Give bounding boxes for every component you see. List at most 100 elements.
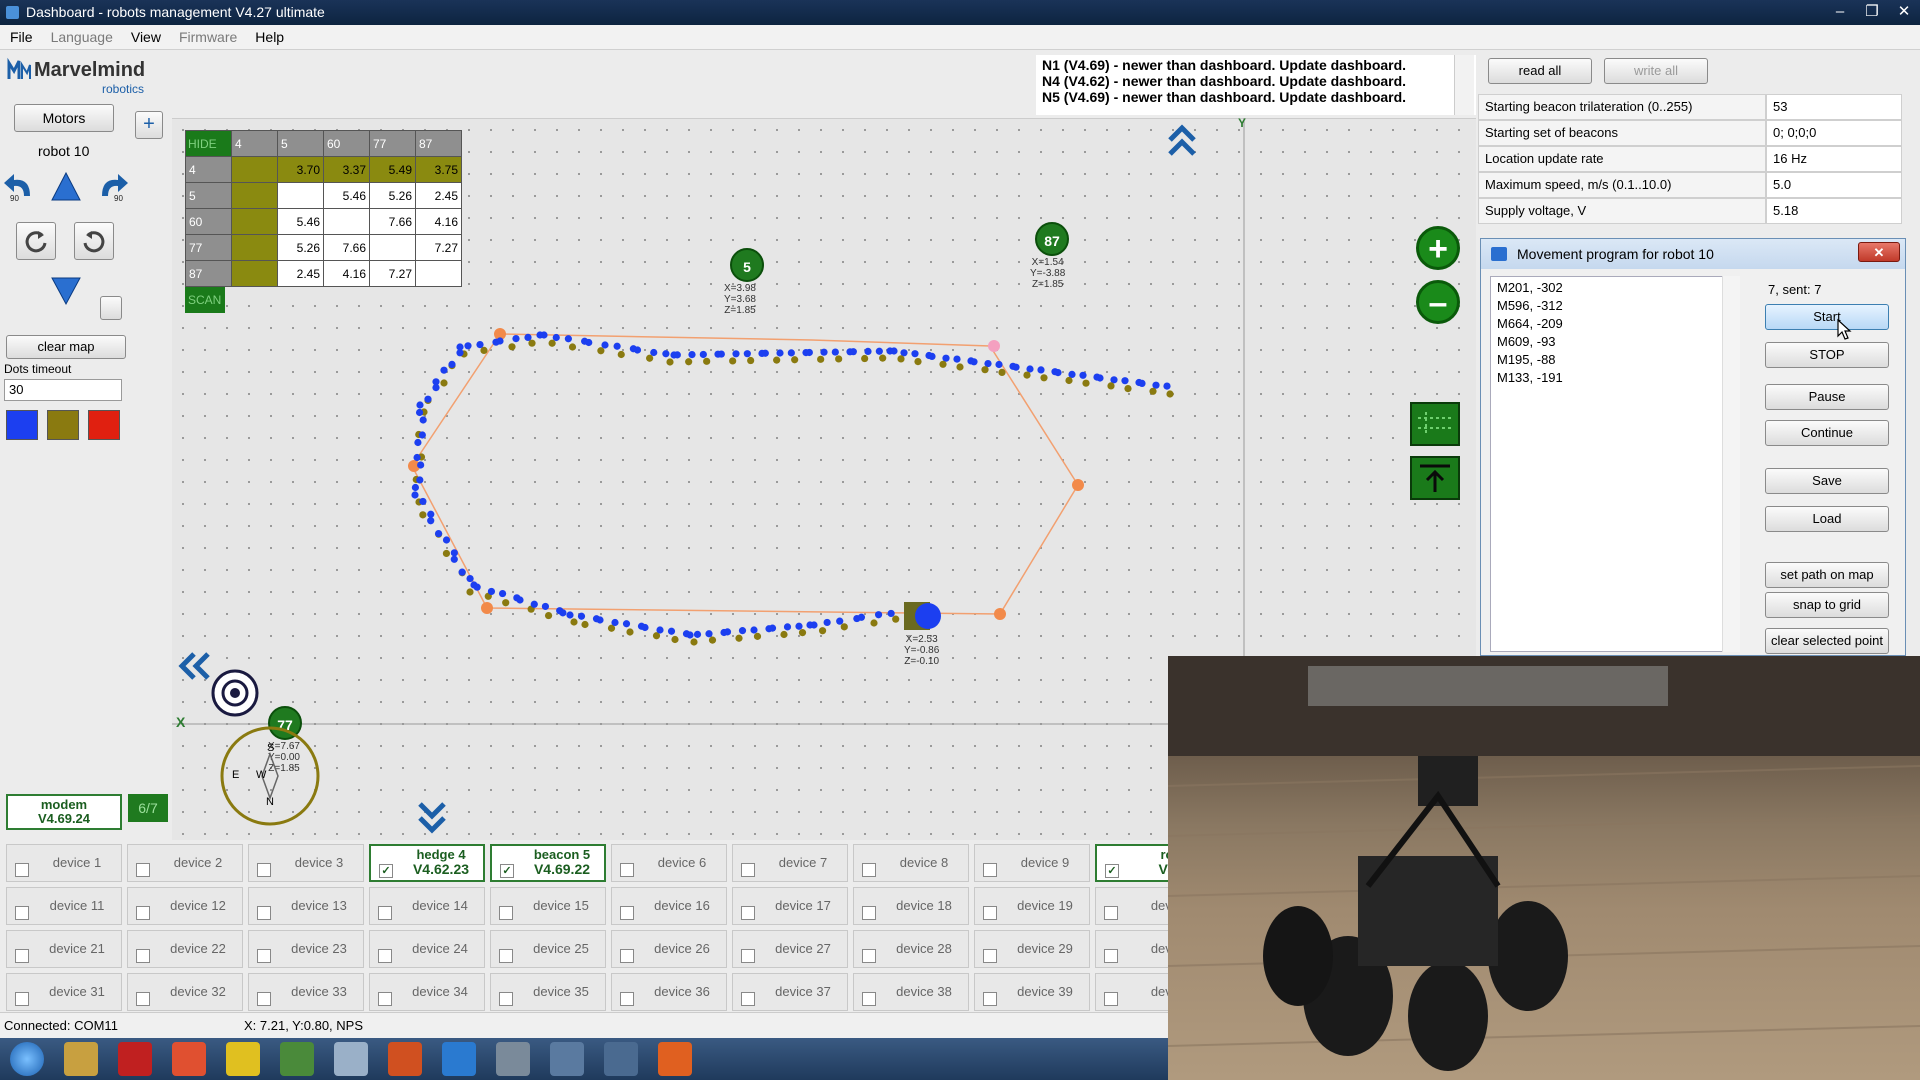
device-checkbox[interactable] — [257, 992, 271, 1006]
device-checkbox[interactable] — [862, 992, 876, 1006]
clear-map-button[interactable]: clear map — [6, 335, 126, 359]
device-slot[interactable]: device 33 — [248, 973, 364, 1011]
command-list[interactable]: M201, -302 M596, -312 M664, -209 M609, -… — [1490, 276, 1724, 652]
device-checkbox[interactable] — [983, 863, 997, 877]
start-orb-icon[interactable] — [10, 1042, 44, 1076]
device-checkbox[interactable] — [862, 906, 876, 920]
scroll-up-icon[interactable] — [1166, 122, 1198, 161]
device-slot[interactable]: device 35 — [490, 973, 606, 1011]
color-swatch-olive[interactable] — [47, 410, 79, 440]
chrome-icon[interactable] — [280, 1042, 314, 1076]
pause-button[interactable]: Pause — [1765, 384, 1889, 410]
scan-button[interactable]: SCAN — [185, 287, 225, 313]
device-checkbox[interactable] — [741, 992, 755, 1006]
menu-view[interactable]: View — [125, 25, 167, 49]
param-value[interactable]: 5.0 — [1766, 172, 1902, 198]
app-icon[interactable] — [388, 1042, 422, 1076]
menu-firmware[interactable]: Firmware — [173, 25, 243, 49]
device-checkbox[interactable] — [378, 992, 392, 1006]
param-value[interactable]: 53 — [1766, 94, 1902, 120]
device-slot[interactable]: device 3 — [248, 844, 364, 882]
rotate-right-90-icon[interactable]: 90 — [92, 168, 132, 206]
device-checkbox[interactable]: ✓ — [1105, 864, 1119, 878]
device-checkbox[interactable] — [1104, 992, 1118, 1006]
beacon-5-marker[interactable]: 5 — [730, 248, 764, 282]
device-checkbox[interactable] — [499, 992, 513, 1006]
device-checkbox[interactable] — [257, 906, 271, 920]
upload-map-icon[interactable] — [1410, 456, 1460, 500]
device-slot[interactable]: device 21 — [6, 930, 122, 968]
firefox-icon[interactable] — [658, 1042, 692, 1076]
device-slot[interactable]: device 26 — [611, 930, 727, 968]
device-checkbox[interactable]: ✓ — [500, 864, 514, 878]
device-checkbox[interactable] — [15, 906, 29, 920]
device-slot[interactable]: device 23 — [248, 930, 364, 968]
device-checkbox[interactable] — [620, 949, 634, 963]
scroll-left-icon[interactable] — [176, 650, 212, 685]
device-slot[interactable]: device 32 — [127, 973, 243, 1011]
list-item[interactable]: M195, -88 — [1497, 351, 1717, 369]
device-checkbox[interactable] — [741, 906, 755, 920]
device-checkbox[interactable] — [1104, 949, 1118, 963]
device-slot[interactable]: device 15 — [490, 887, 606, 925]
param-row[interactable]: Starting set of beacons 0; 0;0;0 — [1478, 120, 1902, 146]
zoom-out-button[interactable]: – — [1416, 280, 1460, 324]
device-slot[interactable]: device 7 — [732, 844, 848, 882]
param-row[interactable]: Maximum speed, m/s (0.1..10.0) 5.0 — [1478, 172, 1902, 198]
command-list-scrollbar[interactable] — [1722, 276, 1740, 652]
device-checkbox[interactable] — [862, 949, 876, 963]
device-slot[interactable]: device 1 — [6, 844, 122, 882]
device-slot[interactable]: device 9 — [974, 844, 1090, 882]
device-checkbox[interactable] — [983, 992, 997, 1006]
param-row[interactable]: Supply voltage, V 5.18 — [1478, 198, 1902, 224]
app-icon[interactable] — [442, 1042, 476, 1076]
stop-button[interactable]: STOP — [1765, 342, 1889, 368]
device-slot[interactable]: device 22 — [127, 930, 243, 968]
device-slot[interactable]: device 24 — [369, 930, 485, 968]
device-checkbox[interactable] — [620, 863, 634, 877]
forward-arrow-icon[interactable] — [46, 168, 86, 206]
list-item[interactable]: M201, -302 — [1497, 279, 1717, 297]
menu-file[interactable]: File — [4, 25, 39, 49]
scroll-down-icon[interactable] — [416, 800, 448, 839]
modem-badge[interactable]: modem V4.69.24 — [6, 794, 122, 830]
device-slot[interactable]: device 31 — [6, 973, 122, 1011]
device-slot[interactable]: device 14 — [369, 887, 485, 925]
menu-help[interactable]: Help — [249, 25, 290, 49]
device-slot[interactable]: device 19 — [974, 887, 1090, 925]
minimize-button[interactable]: – — [1824, 0, 1856, 25]
device-slot[interactable]: device 36 — [611, 973, 727, 1011]
device-checkbox[interactable] — [136, 992, 150, 1006]
map-view-icon[interactable] — [1410, 402, 1460, 446]
rotate-ccw-icon[interactable] — [16, 222, 56, 260]
color-swatch-blue[interactable] — [6, 410, 38, 440]
app-icon[interactable] — [604, 1042, 638, 1076]
device-slot[interactable]: device 18 — [853, 887, 969, 925]
load-button[interactable]: Load — [1765, 506, 1889, 532]
list-item[interactable]: M596, -312 — [1497, 297, 1717, 315]
list-item[interactable]: M664, -209 — [1497, 315, 1717, 333]
rotate-left-90-icon[interactable]: 90 — [0, 168, 40, 206]
device-checkbox[interactable]: ✓ — [379, 864, 393, 878]
close-button[interactable]: ✕ — [1888, 0, 1920, 25]
param-value[interactable]: 5.18 — [1766, 198, 1902, 224]
device-slot[interactable]: device 28 — [853, 930, 969, 968]
device-slot[interactable]: device 16 — [611, 887, 727, 925]
device-slot[interactable]: device 27 — [732, 930, 848, 968]
device-checkbox[interactable] — [983, 949, 997, 963]
param-value[interactable]: 16 Hz — [1766, 146, 1902, 172]
list-item[interactable]: M609, -93 — [1497, 333, 1717, 351]
device-checkbox[interactable] — [257, 949, 271, 963]
write-all-button[interactable]: write all — [1604, 58, 1708, 84]
clear-selected-point-button[interactable]: clear selected point — [1765, 628, 1889, 654]
device-checkbox[interactable] — [378, 949, 392, 963]
snap-to-grid-button[interactable]: snap to grid — [1765, 592, 1889, 618]
device-slot[interactable]: ✓ hedge 4 V4.62.23 — [369, 844, 485, 882]
device-checkbox[interactable] — [499, 906, 513, 920]
device-checkbox[interactable] — [983, 906, 997, 920]
app-icon[interactable] — [334, 1042, 368, 1076]
motors-button[interactable]: Motors — [14, 104, 114, 132]
device-checkbox[interactable] — [741, 863, 755, 877]
rotate-cw-icon[interactable] — [74, 222, 114, 260]
device-slot[interactable]: device 2 — [127, 844, 243, 882]
